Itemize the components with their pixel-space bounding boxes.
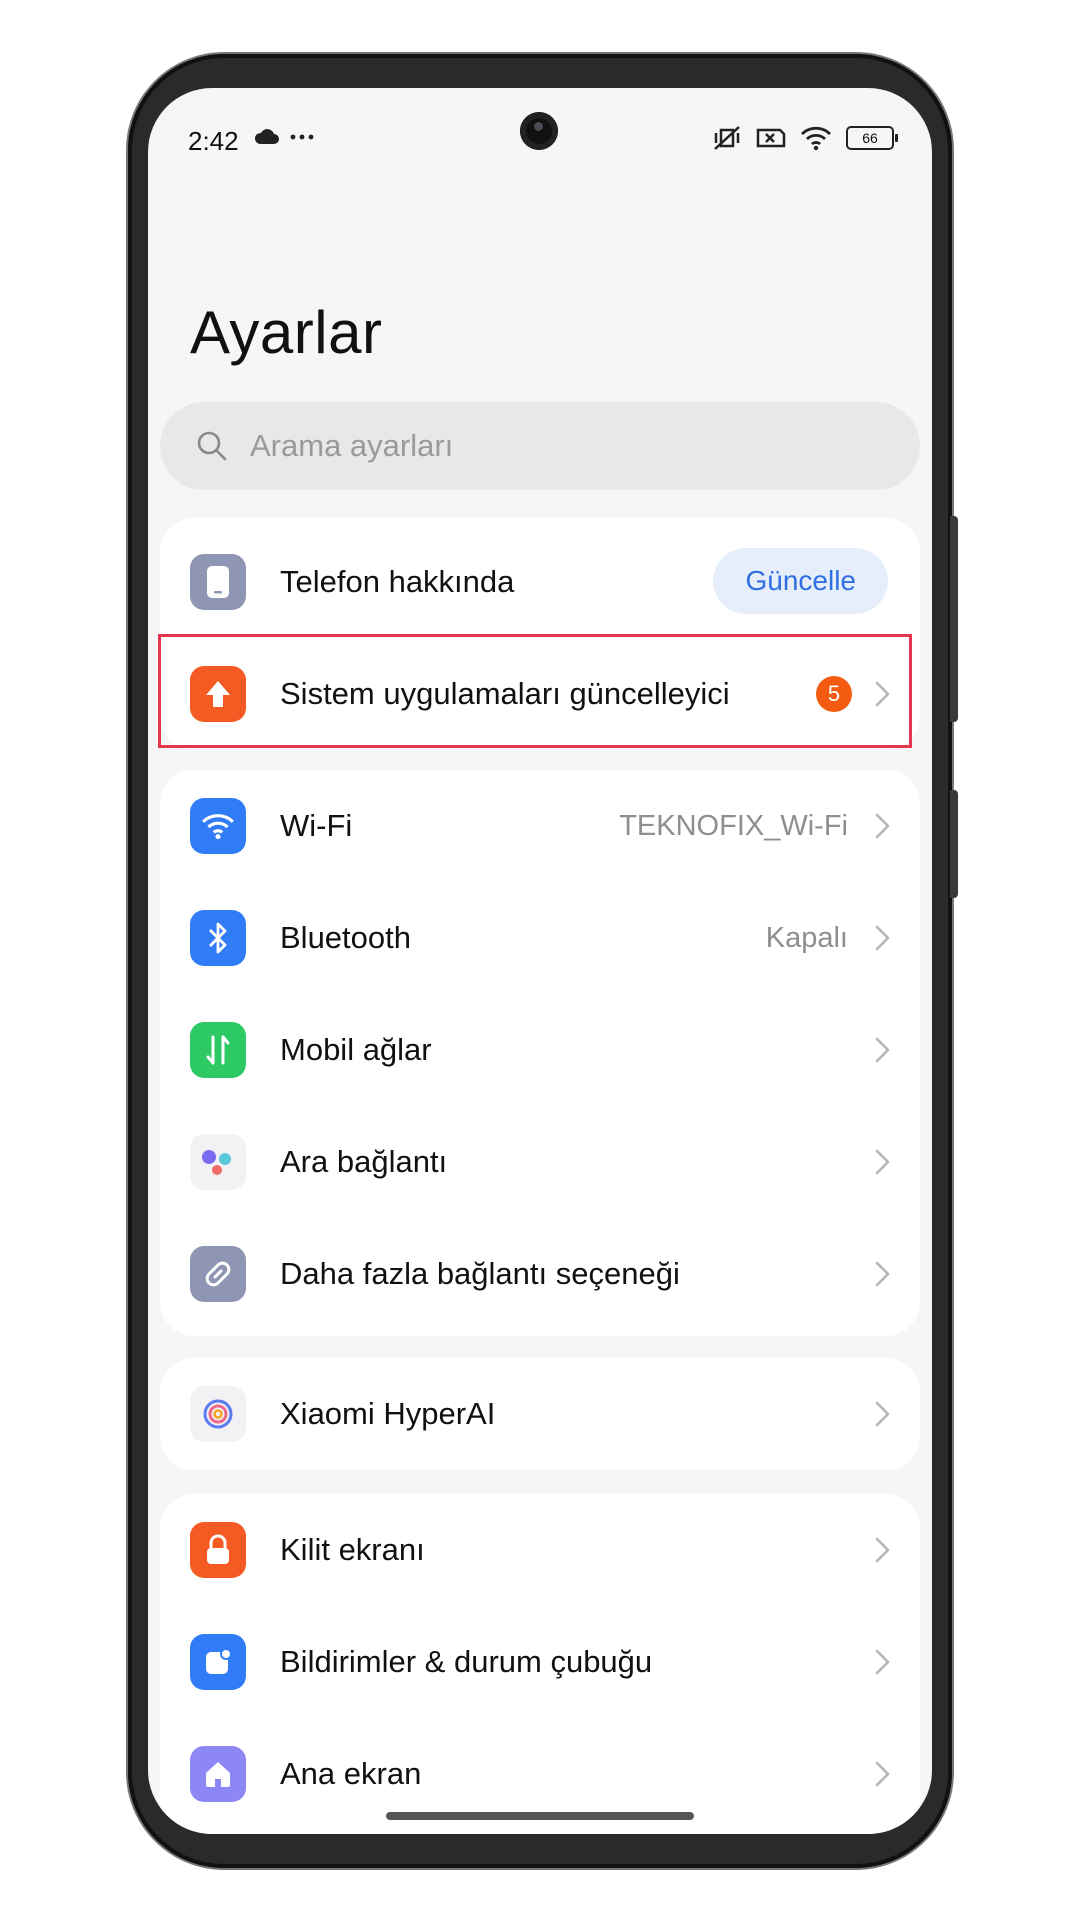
settings-group-connectivity: Wi-Fi TEKNOFIX_Wi-Fi Bluetooth Kapalı Mo… bbox=[160, 770, 920, 1336]
settings-group-display: Kilit ekranı Bildirimler & durum çubuğu … bbox=[160, 1494, 920, 1834]
link-icon bbox=[190, 1246, 246, 1302]
sim-none-icon bbox=[756, 128, 786, 148]
front-camera bbox=[520, 112, 558, 150]
search-icon bbox=[197, 431, 227, 461]
row-label: Ana ekran bbox=[280, 1756, 422, 1791]
chevron-right-icon bbox=[875, 1149, 890, 1175]
page-title: Ayarlar bbox=[190, 299, 383, 366]
highlight-frame bbox=[158, 634, 912, 748]
chevron-right-icon bbox=[875, 1261, 890, 1287]
settings-group-ai: Xiaomi HyperAI bbox=[160, 1358, 920, 1470]
more-dots-icon bbox=[290, 134, 314, 140]
row-label: Mobil ağlar bbox=[280, 1032, 432, 1067]
row-label: Bluetooth bbox=[280, 920, 411, 955]
home-icon bbox=[190, 1746, 246, 1802]
search-bar[interactable] bbox=[160, 402, 920, 490]
battery-indicator: 66 bbox=[846, 126, 898, 150]
chevron-right-icon bbox=[875, 1401, 890, 1427]
settings-row-wifi[interactable]: Wi-Fi TEKNOFIX_Wi-Fi bbox=[160, 770, 920, 882]
row-label: Wi-Fi bbox=[280, 808, 353, 843]
screen: 2:42 66 Ayarlar Telefon hakkında Güncell… bbox=[148, 88, 932, 1834]
row-label: Xiaomi HyperAI bbox=[280, 1396, 496, 1431]
row-label: Daha fazla bağlantı seçeneği bbox=[280, 1256, 680, 1291]
volume-button bbox=[950, 516, 958, 722]
power-button bbox=[950, 790, 958, 898]
gesture-home-bar[interactable] bbox=[386, 1812, 694, 1820]
wifi-icon bbox=[801, 126, 831, 151]
notification-icon bbox=[190, 1634, 246, 1690]
settings-row-bluetooth[interactable]: Bluetooth Kapalı bbox=[160, 882, 920, 994]
interconnect-icon bbox=[190, 1134, 246, 1190]
row-label: Kilit ekranı bbox=[280, 1532, 425, 1567]
vibrate-off-icon bbox=[714, 126, 740, 150]
settings-row-notifications[interactable]: Bildirimler & durum çubuğu bbox=[160, 1606, 920, 1718]
row-label: Telefon hakkında bbox=[280, 564, 515, 599]
chevron-right-icon bbox=[875, 1761, 890, 1787]
row-value: Kapalı bbox=[765, 921, 848, 954]
hyperai-icon bbox=[190, 1386, 246, 1442]
mobile-data-icon bbox=[190, 1022, 246, 1078]
settings-row-more-connectivity[interactable]: Daha fazla bağlantı seçeneği bbox=[160, 1218, 920, 1330]
chevron-right-icon bbox=[875, 1037, 890, 1063]
search-input[interactable] bbox=[248, 427, 812, 465]
update-button[interactable]: Güncelle bbox=[713, 548, 888, 614]
status-left-icons bbox=[254, 128, 314, 146]
settings-row-hyperai[interactable]: Xiaomi HyperAI bbox=[160, 1358, 920, 1470]
settings-row-interconnect[interactable]: Ara bağlantı bbox=[160, 1106, 920, 1218]
lock-icon bbox=[190, 1522, 246, 1578]
row-label: Bildirimler & durum çubuğu bbox=[280, 1644, 653, 1679]
status-right-icons: 66 bbox=[712, 124, 898, 152]
status-time: 2:42 bbox=[188, 126, 239, 156]
cloud-icon bbox=[254, 129, 279, 144]
settings-row-about-phone[interactable]: Telefon hakkında Güncelle bbox=[160, 526, 920, 638]
chevron-right-icon bbox=[875, 1537, 890, 1563]
wifi-icon bbox=[190, 798, 246, 854]
bluetooth-icon bbox=[190, 910, 246, 966]
settings-row-lock-screen[interactable]: Kilit ekranı bbox=[160, 1494, 920, 1606]
row-value: TEKNOFIX_Wi-Fi bbox=[619, 809, 848, 842]
chevron-right-icon bbox=[875, 1649, 890, 1675]
phone-icon bbox=[190, 554, 246, 610]
settings-row-mobile-networks[interactable]: Mobil ağlar bbox=[160, 994, 920, 1106]
chevron-right-icon bbox=[875, 813, 890, 839]
chevron-right-icon bbox=[875, 925, 890, 951]
row-label: Ara bağlantı bbox=[280, 1144, 448, 1179]
